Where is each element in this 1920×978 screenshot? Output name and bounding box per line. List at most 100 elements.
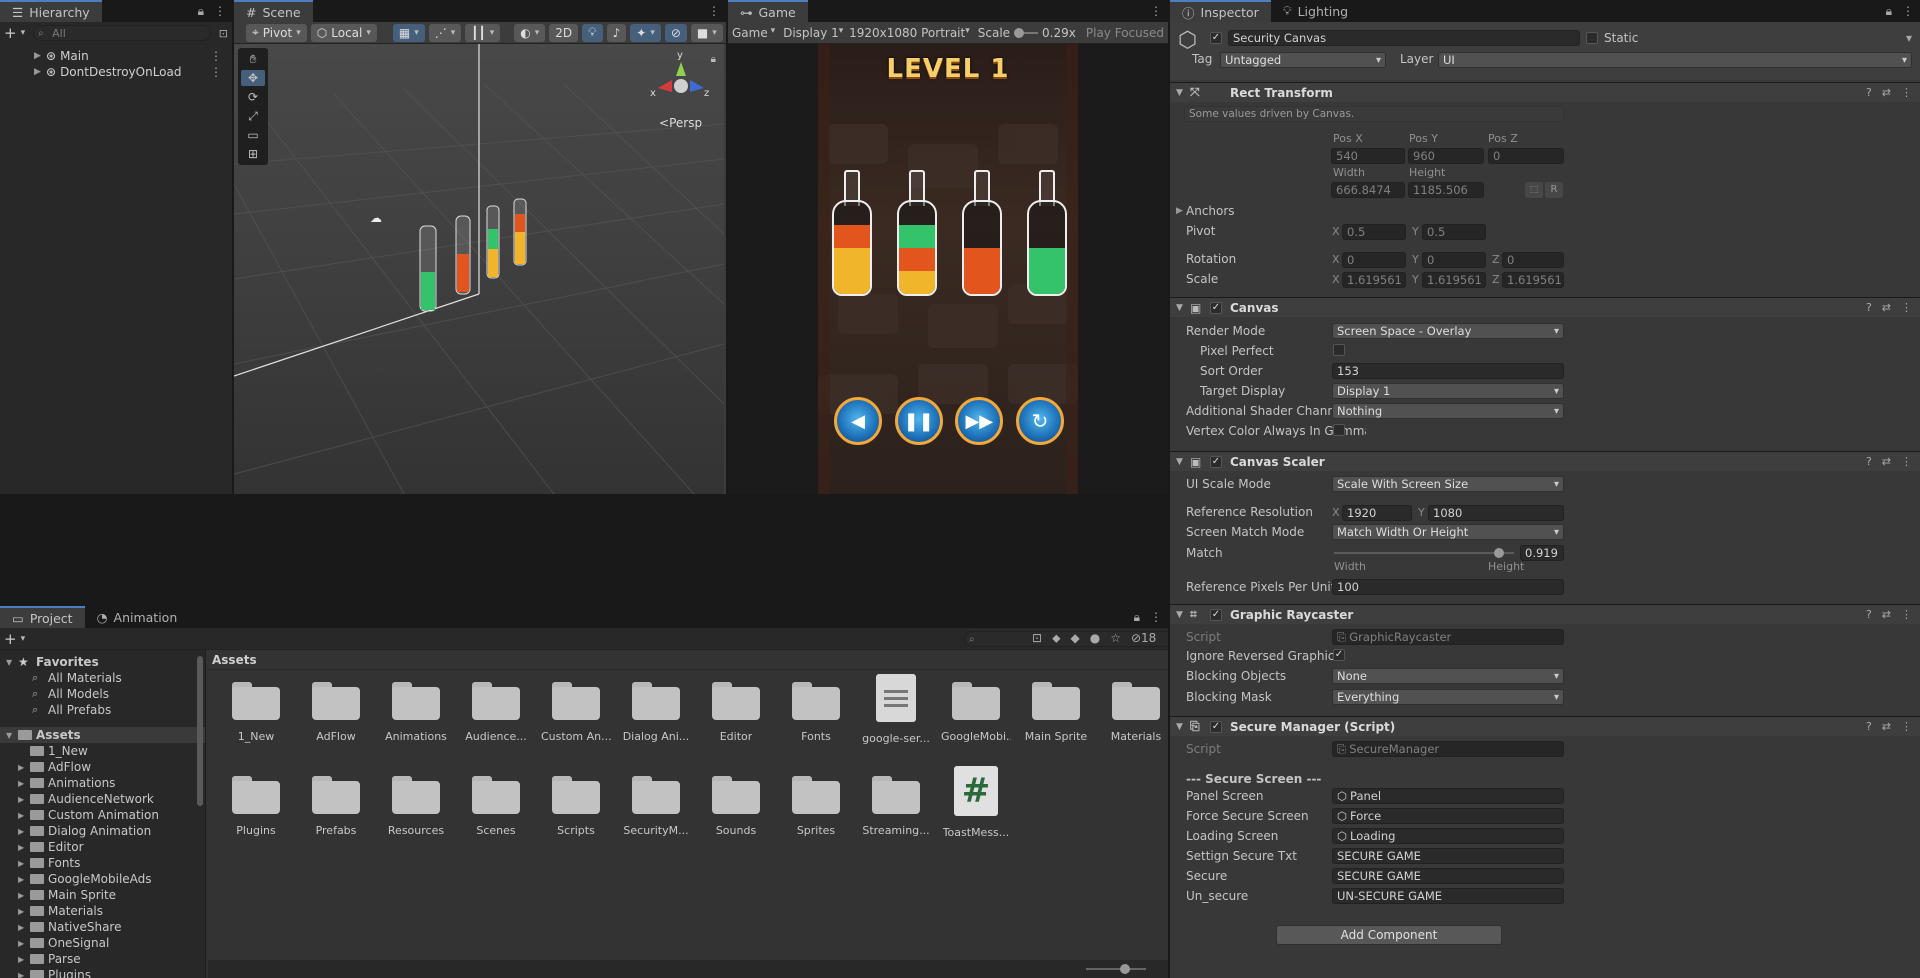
asset-tile[interactable]: Main Sprite bbox=[1021, 678, 1091, 748]
bottle[interactable] bbox=[962, 170, 1002, 298]
more-icon[interactable]: ⋮ bbox=[210, 65, 222, 79]
secure-manager-header[interactable]: ▼ ⎘ ✓ Secure Manager (Script) ? ⇄ ⋮ bbox=[1170, 716, 1920, 736]
snap-increment-button[interactable]: ⋰ ▾ bbox=[428, 23, 462, 42]
grid-snap-button[interactable]: ▦ ▾ bbox=[392, 23, 425, 42]
asset-tile[interactable]: Editor bbox=[701, 678, 771, 748]
preset-icon[interactable]: ⇄ bbox=[1882, 720, 1891, 733]
more-icon[interactable]: ⋮ bbox=[708, 4, 720, 18]
pos-y-field[interactable]: 960 bbox=[1408, 148, 1484, 164]
expand-arrow-icon[interactable]: ▶ bbox=[18, 955, 24, 964]
asset-tile[interactable]: GoogleMobi... bbox=[941, 678, 1011, 748]
match-value-field[interactable]: 0.919 bbox=[1520, 545, 1564, 561]
transform-tool-icon[interactable]: ⊞ bbox=[241, 146, 265, 162]
help-icon[interactable]: ? bbox=[1866, 455, 1872, 468]
preset-icon[interactable]: ⇄ bbox=[1882, 608, 1891, 621]
type-filter-icon[interactable]: ⊡ bbox=[1032, 631, 1042, 646]
bottle[interactable] bbox=[897, 170, 937, 298]
more-icon[interactable]: ⋮ bbox=[1902, 4, 1914, 19]
pos-x-field[interactable]: 540 bbox=[1331, 148, 1405, 164]
expand-arrow-icon[interactable]: ▶ bbox=[18, 763, 24, 772]
expand-arrow-icon[interactable]: ▶ bbox=[18, 843, 24, 852]
move-tool-icon[interactable]: ✥ bbox=[241, 70, 265, 86]
label-filter-icon[interactable]: ⬥ bbox=[1052, 631, 1060, 646]
chevron-down-icon[interactable]: ▾ bbox=[21, 28, 26, 38]
reference-y-field[interactable]: 1080 bbox=[1428, 505, 1564, 521]
pause-button[interactable]: ❚❚ bbox=[894, 397, 943, 445]
more-icon[interactable]: ⋮ bbox=[214, 4, 226, 19]
height-field[interactable]: 1185.506 bbox=[1408, 182, 1484, 198]
zoom-slider-thumb[interactable] bbox=[1120, 964, 1130, 974]
expand-arrow-icon[interactable]: ▶ bbox=[18, 907, 24, 916]
preset-icon[interactable]: ⇄ bbox=[1882, 455, 1891, 468]
display-dropdown[interactable]: Display 1 ▾ bbox=[779, 26, 845, 40]
more-icon[interactable]: ⋮ bbox=[1901, 720, 1912, 733]
lock-icon[interactable]: 🔒︎ bbox=[711, 54, 716, 65]
filter-icon[interactable]: ⊡ bbox=[219, 27, 228, 40]
match-slider[interactable] bbox=[1334, 548, 1514, 558]
help-icon[interactable]: ? bbox=[1866, 720, 1872, 733]
hidden-objects-toggle[interactable]: ⊘ bbox=[664, 23, 687, 42]
sound-button[interactable]: ◀︎ bbox=[834, 397, 882, 445]
blocking-objects-dropdown[interactable]: None bbox=[1332, 668, 1564, 684]
bottle[interactable] bbox=[1027, 170, 1067, 298]
fold-arrow-icon[interactable]: ▼ bbox=[1176, 457, 1183, 467]
canvas-scaler-enabled-checkbox[interactable]: ✓ bbox=[1210, 455, 1222, 468]
more-icon[interactable]: ⋮ bbox=[1901, 608, 1912, 621]
shading-mode-button[interactable]: ◐ ▾ bbox=[514, 23, 546, 42]
hierarchy-item-main[interactable]: ▶ ⊛ Main ⋮ bbox=[0, 48, 232, 64]
object-name-field[interactable]: Security Canvas bbox=[1228, 30, 1580, 46]
pixels-per-unit-field[interactable]: 100 bbox=[1332, 579, 1564, 595]
hierarchy-search-input[interactable]: ⌕ All bbox=[33, 25, 211, 41]
resolution-dropdown[interactable]: 1920x1080 Portrait ▾ bbox=[845, 26, 974, 40]
eye-off-icon[interactable]: ⊘18 bbox=[1131, 631, 1156, 646]
screen-match-mode-dropdown[interactable]: Match Width Or Height bbox=[1332, 524, 1564, 540]
anchors-label[interactable]: Anchors bbox=[1186, 204, 1235, 218]
tree-folder-item[interactable]: ▶ Parse bbox=[0, 951, 205, 967]
favorite-item[interactable]: ⌕ All Materials bbox=[0, 670, 205, 686]
expand-arrow-icon[interactable]: ▶ bbox=[18, 811, 24, 820]
tree-folder-item[interactable]: ▶ OneSignal bbox=[0, 935, 205, 951]
effects-dropdown[interactable]: ✦ ▾ bbox=[630, 23, 661, 42]
expand-arrow-icon[interactable]: ▼ bbox=[6, 658, 12, 667]
slider-track[interactable] bbox=[1014, 27, 1039, 38]
tree-folder-item[interactable]: ▶ Dialog Animation bbox=[0, 823, 205, 839]
sort-order-field[interactable]: 153 bbox=[1332, 363, 1564, 379]
layer-dropdown[interactable]: UI bbox=[1438, 52, 1912, 68]
hierarchy-item-dontdestroyonload[interactable]: ▶ ⊛ DontDestroyOnLoad ⋮ bbox=[0, 64, 232, 80]
width-field[interactable]: 666.8474 bbox=[1331, 182, 1405, 198]
anchors-fold-icon[interactable]: ▶ bbox=[1176, 206, 1183, 216]
help-icon[interactable]: ? bbox=[1866, 301, 1872, 314]
asset-tile[interactable]: Audience... bbox=[461, 678, 531, 748]
asset-tile[interactable]: Scripts bbox=[541, 772, 611, 842]
ruler-button[interactable]: ┃┃ ▾ bbox=[465, 23, 501, 42]
tag-dropdown[interactable]: Untagged bbox=[1220, 52, 1386, 68]
tree-folder-item[interactable]: ▶ Custom Animation bbox=[0, 807, 205, 823]
more-icon[interactable]: ⋮ bbox=[210, 49, 222, 63]
help-icon[interactable]: ? bbox=[1866, 86, 1872, 99]
favorite-item[interactable]: ⌕ All Prefabs bbox=[0, 702, 205, 718]
loading-screen-field[interactable]: ⬡ Loading bbox=[1332, 828, 1564, 844]
expand-arrow-icon[interactable]: ▶ bbox=[34, 67, 41, 77]
expand-arrow-icon[interactable]: ▶ bbox=[18, 875, 24, 884]
2d-toggle[interactable]: 2D bbox=[549, 23, 579, 42]
add-component-button[interactable]: Add Component bbox=[1276, 925, 1502, 945]
asset-tile[interactable]: SecurityM... bbox=[621, 772, 691, 842]
preset-icon[interactable]: ⇄ bbox=[1882, 86, 1891, 99]
rotate-tool-icon[interactable]: ⟳ bbox=[241, 89, 265, 105]
tree-folder-item[interactable]: ▶ Editor bbox=[0, 839, 205, 855]
pivot-y-field[interactable]: 0.5 bbox=[1422, 224, 1486, 240]
more-icon[interactable]: ⋮ bbox=[1150, 4, 1162, 18]
render-mode-dropdown[interactable]: Screen Space - Overlay bbox=[1332, 323, 1564, 339]
graphic-raycaster-header[interactable]: ▼ ⌗ ✓ Graphic Raycaster ? ⇄ ⋮ bbox=[1170, 604, 1920, 624]
asset-tile[interactable]: Plugins bbox=[221, 772, 291, 842]
expand-arrow-icon[interactable]: ▶ bbox=[18, 779, 24, 788]
asset-tile[interactable]: Prefabs bbox=[301, 772, 371, 842]
canvas-header[interactable]: ▼ ▣ ✓ Canvas ? ⇄ ⋮ bbox=[1170, 297, 1920, 317]
pixel-perfect-checkbox[interactable] bbox=[1333, 344, 1345, 356]
ui-scale-mode-dropdown[interactable]: Scale With Screen Size bbox=[1332, 476, 1564, 492]
rect-transform-header[interactable]: ▼ ⤧ Rect Transform ? ⇄ ⋮ bbox=[1170, 82, 1920, 102]
lock-icon[interactable]: 🔒︎ bbox=[1886, 4, 1892, 19]
tree-folder-item[interactable]: ▶ GoogleMobileAds bbox=[0, 871, 205, 887]
slider-thumb[interactable] bbox=[1014, 27, 1025, 38]
fold-arrow-icon[interactable]: ▼ bbox=[1176, 303, 1183, 313]
